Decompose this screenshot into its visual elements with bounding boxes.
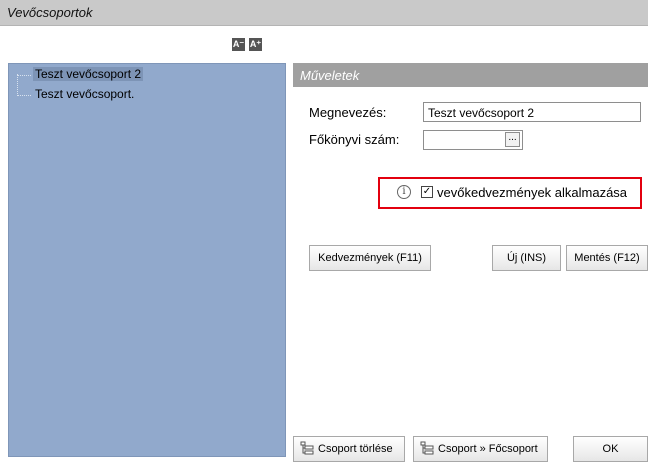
ok-button[interactable]: OK bbox=[573, 436, 648, 462]
window-titlebar: Vevőcsoportok bbox=[0, 0, 648, 26]
new-button[interactable]: Új (INS) bbox=[492, 245, 561, 271]
operations-header: Műveletek bbox=[293, 63, 648, 87]
delete-group-button[interactable]: Csoport törlése bbox=[293, 436, 405, 462]
window-title: Vevőcsoportok bbox=[7, 5, 93, 20]
delete-group-icon bbox=[300, 441, 314, 455]
tree-item-selected[interactable]: Teszt vevőcsoport 2 bbox=[33, 67, 144, 81]
tree-connector bbox=[17, 74, 18, 96]
main-group-icon bbox=[420, 441, 434, 455]
tree-toolbar: A⁻ A⁺ bbox=[232, 38, 262, 51]
name-field[interactable]: Teszt vevőcsoport 2 bbox=[423, 102, 641, 122]
ledger-label: Főkönyvi szám: bbox=[309, 132, 400, 147]
tree-connector-tick bbox=[17, 75, 31, 76]
customer-group-tree[interactable]: Teszt vevőcsoport 2 Teszt vevőcsoport. bbox=[8, 63, 286, 457]
collapse-tree-button[interactable]: A⁻ bbox=[232, 38, 245, 51]
expand-tree-button[interactable]: A⁺ bbox=[249, 38, 262, 51]
main-group-button[interactable]: Csoport » Főcsoport bbox=[413, 436, 548, 462]
save-button[interactable]: Mentés (F12) bbox=[566, 245, 648, 271]
discount-checkbox-label[interactable]: vevőkedvezmények alkalmazása bbox=[437, 185, 627, 200]
ledger-lookup-button[interactable]: ... bbox=[505, 132, 520, 147]
discounts-button[interactable]: Kedvezmények (F11) bbox=[309, 245, 431, 271]
main-group-label: Csoport » Főcsoport bbox=[438, 443, 538, 455]
tree-connector-tick bbox=[17, 95, 31, 96]
operations-title: Műveletek bbox=[300, 68, 360, 83]
delete-group-label: Csoport törlése bbox=[318, 443, 393, 455]
discount-checkbox[interactable]: ✓ bbox=[421, 186, 433, 198]
name-label: Megnevezés: bbox=[309, 105, 387, 120]
info-icon[interactable]: i bbox=[397, 185, 411, 199]
tree-item[interactable]: Teszt vevőcsoport. bbox=[35, 87, 134, 101]
